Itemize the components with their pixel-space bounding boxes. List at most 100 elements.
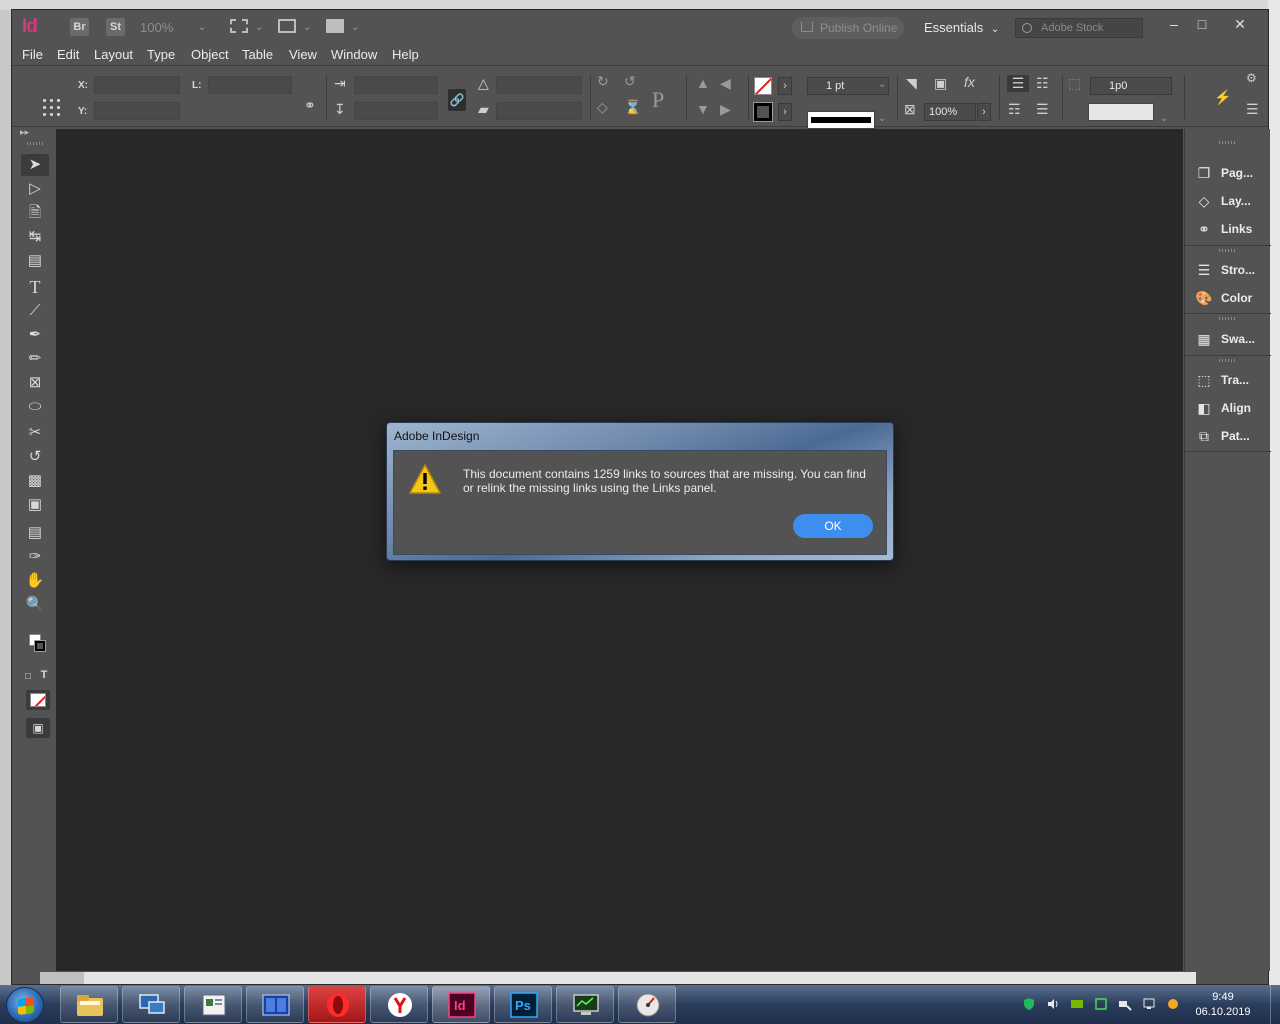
minimize-button[interactable]: – — [1162, 15, 1186, 33]
pen-tool-icon[interactable]: ✒ — [21, 324, 49, 346]
y-position-field[interactable] — [94, 102, 180, 120]
pathfinder-panel-button[interactable]: ⧉ Pat... — [1185, 424, 1271, 448]
eyedropper-tool-icon[interactable]: ✑ — [21, 546, 49, 568]
formatting-text-icon[interactable]: T — [37, 664, 51, 686]
ellipse-tool-icon[interactable]: ⬭ — [21, 396, 49, 418]
stroke-swatch[interactable] — [754, 103, 772, 121]
menu-layout[interactable]: Layout — [94, 47, 133, 62]
fill-swatch-none[interactable] — [754, 77, 772, 95]
taskbar-indesign[interactable]: Id — [432, 986, 490, 1023]
stroke-color-icon[interactable] — [35, 641, 45, 651]
scrollbar-thumb[interactable] — [40, 972, 84, 984]
wrap-around-shape-icon[interactable]: ☶ — [1008, 101, 1021, 118]
link-proportions-icon[interactable]: 🔗 — [448, 89, 466, 111]
zoom-dropdown-icon[interactable]: ⌄ — [198, 22, 206, 33]
security-shield-icon[interactable] — [1022, 997, 1036, 1011]
menu-view[interactable]: View — [289, 47, 317, 62]
note-tool-icon[interactable]: ▤ — [21, 522, 49, 544]
shear-angle-field[interactable] — [496, 102, 582, 120]
taskbar-monitor[interactable] — [556, 986, 614, 1023]
view-options-icon[interactable] — [230, 19, 248, 33]
stroke-type-dropdown-icon[interactable]: ⌄ — [878, 113, 886, 124]
battery-icon[interactable] — [1094, 997, 1108, 1011]
menu-file[interactable]: File — [22, 47, 43, 62]
panel-grip[interactable] — [1219, 141, 1237, 144]
object-style-selector[interactable] — [1088, 103, 1154, 121]
free-transform-tool-icon[interactable]: ↺ — [21, 446, 49, 468]
jump-object-icon[interactable]: ☰ — [1036, 101, 1049, 118]
select-previous-object-icon[interactable]: ◀ — [720, 75, 731, 92]
reference-point-icon[interactable] — [41, 97, 61, 117]
line-tool-icon[interactable]: ⟋ — [21, 300, 49, 322]
stroke-weight-dropdown-icon[interactable]: ⌄ — [878, 79, 886, 90]
show-desktop-button[interactable] — [1270, 985, 1280, 1024]
stock-button[interactable]: St — [106, 18, 125, 36]
align-panel-button[interactable]: ◧ Align — [1185, 396, 1271, 420]
menu-object[interactable]: Object — [191, 47, 229, 62]
update-icon[interactable] — [1166, 997, 1180, 1011]
taskbar-file-explorer[interactable] — [60, 986, 118, 1023]
select-next-object-icon[interactable]: ▶ — [720, 101, 731, 118]
panel-grip[interactable] — [1219, 359, 1237, 362]
swatches-panel-button[interactable]: ▦ Swa... — [1185, 327, 1271, 351]
rectangle-frame-tool-icon[interactable]: ⊠ — [21, 372, 49, 394]
page-tool-icon[interactable]: 🗎 — [21, 202, 49, 224]
scissors-tool-icon[interactable]: ✂ — [21, 422, 49, 444]
hand-tool-icon[interactable]: ✋ — [21, 570, 49, 592]
network-tray-icon[interactable] — [1118, 997, 1132, 1011]
rotation-angle-field[interactable] — [496, 76, 582, 94]
arrange-documents-icon[interactable] — [326, 19, 344, 33]
transform-panel-button[interactable]: ⬚ Tra... — [1185, 368, 1271, 392]
stroke-swatch-menu-button[interactable]: › — [778, 103, 792, 121]
rotate-clockwise-icon[interactable]: ↻ — [597, 73, 609, 90]
drop-shadow-icon[interactable]: ▣ — [934, 75, 947, 92]
panel-grip[interactable] — [1219, 249, 1237, 252]
offset-field[interactable]: 1p0 — [1090, 77, 1172, 95]
collapse-tools-icon[interactable]: ▸▸ — [20, 127, 29, 137]
view-options-chevron-icon[interactable]: ⌄ — [255, 22, 263, 33]
opacity-menu-button[interactable]: › — [977, 103, 991, 121]
direct-selection-tool-icon[interactable]: ▷ — [21, 178, 49, 200]
taskbar-yandex-browser[interactable] — [370, 986, 428, 1023]
taskbar-network[interactable] — [122, 986, 180, 1023]
flip-horizontal-icon[interactable]: ◇ — [597, 99, 608, 116]
apply-none-button[interactable] — [26, 690, 50, 710]
links-panel-button[interactable]: ⚭ Links — [1185, 217, 1271, 241]
fill-swatch-menu-button[interactable]: › — [778, 77, 792, 95]
maximize-button[interactable]: □ — [1190, 15, 1214, 33]
stroke-panel-button[interactable]: ☰ Stro... — [1185, 258, 1271, 282]
gear-icon[interactable]: ⚙ — [1246, 71, 1257, 85]
bridge-button[interactable]: Br — [70, 18, 89, 36]
content-collector-icon[interactable]: ▤ — [21, 250, 49, 272]
taskbar-photoshop[interactable]: Ps — [494, 986, 552, 1023]
panel-menu-icon[interactable]: ☰ — [1246, 101, 1259, 118]
selection-tool-icon[interactable]: ➤ — [21, 154, 49, 176]
panel-grip[interactable] — [1219, 317, 1237, 320]
nvidia-icon[interactable] — [1070, 997, 1084, 1011]
rotate-counterclockwise-icon[interactable]: ↺ — [624, 73, 636, 90]
select-content-icon[interactable]: ▼ — [696, 101, 710, 117]
pencil-tool-icon[interactable]: ✏ — [21, 348, 49, 370]
length-field[interactable] — [208, 76, 292, 94]
type-tool-icon[interactable]: T — [21, 276, 49, 298]
constrain-proportions-icon[interactable]: ⚭ — [304, 97, 316, 114]
width-field[interactable] — [354, 76, 438, 94]
auto-fit-icon[interactable]: ⬚ — [1068, 75, 1081, 92]
adobe-stock-search[interactable]: Adobe Stock — [1015, 18, 1143, 38]
screen-mode-button[interactable]: ▣ — [26, 718, 50, 738]
color-panel-button[interactable]: 🎨 Color — [1185, 286, 1271, 310]
object-style-dropdown-icon[interactable]: ⌄ — [1160, 113, 1168, 124]
gradient-feather-tool-icon[interactable]: ▣ — [21, 494, 49, 516]
taskbar-document[interactable] — [184, 986, 242, 1023]
zoom-level[interactable]: 100% — [140, 20, 173, 35]
text-wrap-none-icon[interactable]: ☰ — [1007, 75, 1029, 92]
horizontal-scrollbar[interactable] — [40, 972, 1196, 984]
corner-options-icon[interactable]: ◥ — [906, 75, 917, 92]
screen-mode-chevron-icon[interactable]: ⌄ — [303, 22, 311, 33]
select-container-icon[interactable]: ▲ — [696, 75, 710, 91]
action-center-icon[interactable] — [1142, 997, 1156, 1011]
layers-panel-button[interactable]: ◇ Lay... — [1185, 189, 1271, 213]
system-clock[interactable]: 9:49 06.10.2019 — [1188, 990, 1258, 1020]
menu-window[interactable]: Window — [331, 47, 377, 62]
wrap-around-bounding-box-icon[interactable]: ☷ — [1036, 75, 1049, 92]
